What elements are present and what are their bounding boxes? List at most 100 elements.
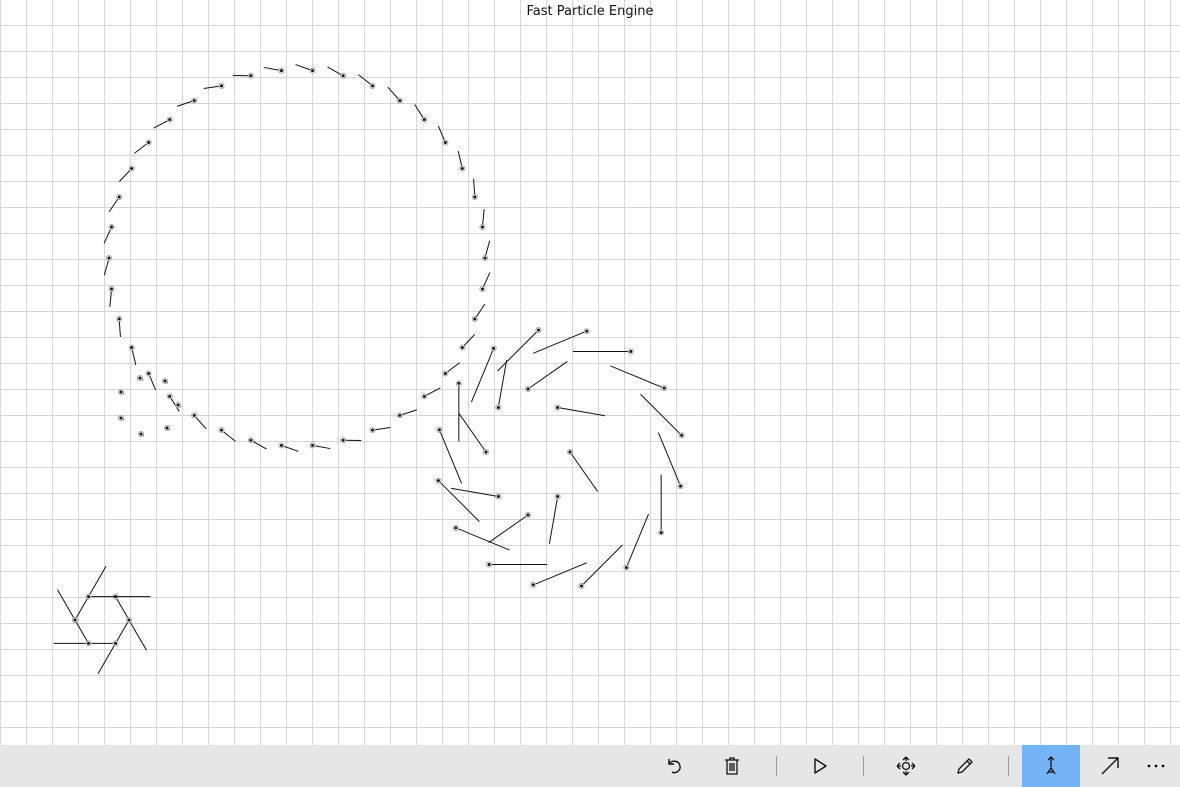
particle[interactable] <box>153 116 173 129</box>
particle[interactable] <box>396 409 418 419</box>
velocity-line <box>438 429 463 484</box>
velocity-line <box>97 619 130 674</box>
particle[interactable] <box>118 414 125 421</box>
velocity-line <box>455 527 510 551</box>
particle[interactable] <box>327 66 347 79</box>
velocity-line <box>438 480 480 522</box>
particle[interactable] <box>572 348 634 355</box>
particle[interactable] <box>530 562 588 588</box>
particle[interactable] <box>458 412 489 455</box>
velocity-line <box>581 544 623 587</box>
particle[interactable] <box>309 442 331 450</box>
particle[interactable] <box>567 448 598 492</box>
drawing-canvas[interactable] <box>0 0 1180 745</box>
particle[interactable] <box>450 487 502 500</box>
particle[interactable] <box>191 412 207 430</box>
particle[interactable] <box>176 97 198 107</box>
particle[interactable] <box>369 426 391 434</box>
delete-button[interactable] <box>704 745 760 787</box>
particle[interactable] <box>116 316 123 338</box>
particle[interactable] <box>118 388 125 395</box>
undo-button[interactable] <box>646 745 702 787</box>
particle[interactable] <box>532 328 590 354</box>
particle[interactable] <box>414 104 428 123</box>
particle[interactable] <box>358 74 376 89</box>
particle[interactable] <box>442 362 461 377</box>
particle[interactable] <box>387 86 403 104</box>
velocity-line <box>488 514 529 543</box>
particle[interactable] <box>479 272 491 292</box>
particle[interactable] <box>657 432 684 490</box>
particle[interactable] <box>137 430 145 437</box>
diagonal-arrow-icon <box>1100 756 1120 776</box>
velocity-line <box>458 412 487 453</box>
particle[interactable] <box>436 426 463 484</box>
particle[interactable] <box>658 474 665 536</box>
particle[interactable] <box>108 285 115 307</box>
separator <box>1008 756 1009 776</box>
particle[interactable] <box>471 303 486 323</box>
particle[interactable] <box>247 437 267 450</box>
velocity-line <box>557 406 606 417</box>
particle[interactable] <box>459 334 476 351</box>
particle[interactable] <box>548 493 561 544</box>
particle[interactable] <box>85 593 151 600</box>
trash-icon <box>722 756 742 776</box>
particle[interactable] <box>163 424 171 431</box>
velocity-line <box>548 496 559 544</box>
particle[interactable] <box>103 224 115 244</box>
move-button[interactable] <box>878 745 934 787</box>
particle[interactable] <box>435 477 480 522</box>
particle[interactable] <box>133 139 152 154</box>
particle[interactable] <box>452 524 510 551</box>
particle[interactable] <box>623 513 650 571</box>
undo-icon <box>664 756 684 776</box>
particle[interactable] <box>128 344 137 366</box>
particle[interactable] <box>610 365 668 392</box>
particle[interactable] <box>174 401 182 408</box>
velocity-line <box>569 451 598 492</box>
particle[interactable] <box>640 394 685 439</box>
particle[interactable] <box>479 209 486 231</box>
particle[interactable] <box>263 66 285 74</box>
particle-arrow-icon <box>1041 755 1061 777</box>
particle-velocity-button[interactable] <box>1022 745 1080 787</box>
particle[interactable] <box>486 561 548 568</box>
particle[interactable] <box>278 442 299 452</box>
particle[interactable] <box>488 512 532 543</box>
more-button[interactable] <box>1132 745 1180 787</box>
play-button[interactable] <box>792 745 848 787</box>
particle[interactable] <box>554 404 606 417</box>
particle-layer <box>53 64 685 674</box>
move-icon <box>896 756 916 776</box>
separator <box>863 756 864 776</box>
velocity-line <box>625 513 650 568</box>
particle[interactable] <box>203 82 225 90</box>
particle[interactable] <box>421 387 441 400</box>
vector-button[interactable] <box>1082 745 1138 787</box>
particle[interactable] <box>295 64 316 74</box>
play-icon <box>810 756 830 776</box>
particle[interactable] <box>118 165 135 182</box>
velocity-line <box>533 562 588 586</box>
particle[interactable] <box>457 150 466 172</box>
particle[interactable] <box>470 345 497 403</box>
particle[interactable] <box>578 544 623 590</box>
particle[interactable] <box>481 240 491 261</box>
particle[interactable] <box>340 437 362 444</box>
particle[interactable] <box>108 193 123 213</box>
particle[interactable] <box>437 125 449 146</box>
particle[interactable] <box>471 178 478 200</box>
draw-button[interactable] <box>937 745 993 787</box>
particle[interactable] <box>497 326 542 372</box>
particle[interactable] <box>136 374 144 381</box>
window-title: Fast Particle Engine <box>526 3 654 19</box>
particle[interactable] <box>232 72 254 79</box>
particle[interactable] <box>103 254 113 276</box>
particle[interactable] <box>455 380 462 442</box>
particle[interactable] <box>525 361 568 392</box>
pencil-icon <box>955 756 975 776</box>
particle[interactable] <box>218 427 236 442</box>
particle[interactable] <box>145 370 157 391</box>
particle[interactable] <box>161 377 169 384</box>
